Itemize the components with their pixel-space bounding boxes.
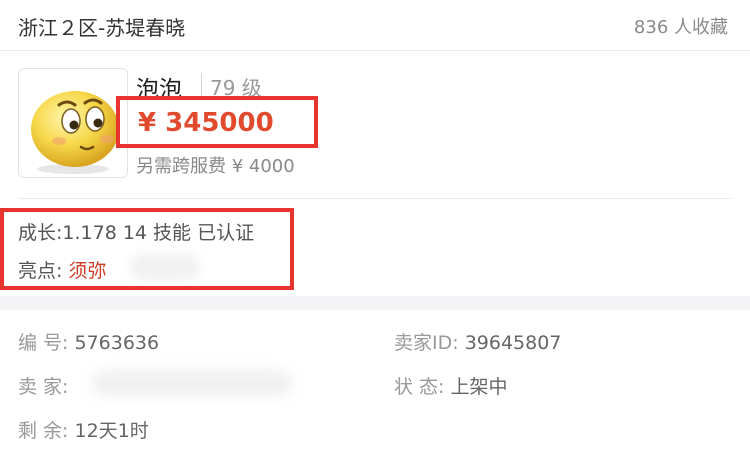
seller-id-label: 卖家ID:: [394, 332, 465, 354]
status-label: 状 态:: [394, 376, 451, 398]
seller-id-value: 39645807: [464, 332, 562, 354]
section-separator: [0, 296, 750, 310]
blurred-seller-name: [92, 370, 292, 396]
info-item-id: 编 号: 5763636: [18, 328, 159, 355]
info-seller-id: 卖家ID: 39645807: [394, 328, 561, 355]
level-divider: [201, 73, 202, 97]
avatar[interactable]: [18, 68, 128, 178]
status-value: 上架中: [450, 376, 508, 398]
price-annotation-box: [116, 96, 318, 148]
smiley-avatar-icon: [31, 91, 119, 174]
info-status: 状 态: 上架中: [394, 372, 508, 399]
remain-label: 剩 余:: [18, 420, 75, 442]
id-value: 5763636: [74, 332, 160, 354]
favorites-count[interactable]: 836 人收藏: [634, 13, 728, 39]
remain-value: 12天1时: [74, 420, 149, 442]
info-remaining: 剩 余: 12天1时: [18, 416, 149, 443]
highlight-annotation-box: [0, 208, 294, 290]
id-label: 编 号:: [18, 332, 75, 354]
divider: [18, 198, 732, 199]
server-title: 浙江２区-苏堤春晓: [18, 16, 186, 40]
transfer-fee: 另需跨服费 ¥ 4000: [136, 156, 295, 177]
seller-label: 卖 家:: [18, 376, 69, 398]
info-seller: 卖 家:: [18, 372, 68, 399]
